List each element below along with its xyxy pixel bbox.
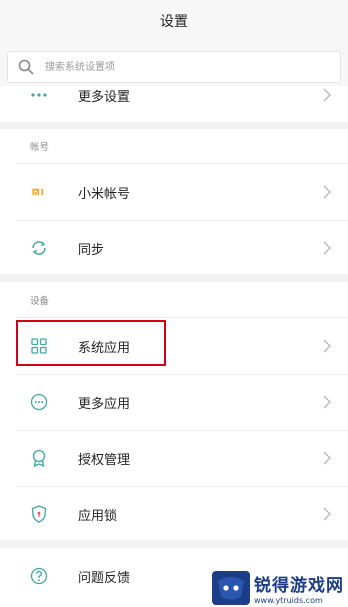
row-permission-management[interactable]: 授权管理 xyxy=(0,431,348,485)
question-icon xyxy=(30,567,48,585)
watermark-name: 锐得游戏网 xyxy=(254,576,344,596)
watermark-logo-icon xyxy=(212,571,250,605)
page-title: 设置 xyxy=(160,14,188,30)
section-title-account: 帐号 xyxy=(30,142,50,153)
mi-logo-icon xyxy=(28,181,50,203)
chevron-right-icon xyxy=(323,395,331,409)
row-more-settings[interactable]: 更多设置 xyxy=(0,86,348,122)
shield-lock-icon xyxy=(31,505,47,523)
row-more-apps[interactable]: 更多应用 xyxy=(0,375,348,429)
chevron-right-icon xyxy=(323,241,331,255)
watermark: 锐得游戏网 www.ytruids.com xyxy=(212,571,344,605)
divider xyxy=(16,163,348,164)
row-label: 问题反馈 xyxy=(78,570,131,586)
search-box[interactable] xyxy=(7,51,341,83)
more-apps-icon xyxy=(30,393,48,411)
top-partial-card: 更多设置 xyxy=(0,86,348,122)
row-app-lock[interactable]: 应用锁 xyxy=(0,487,348,541)
chevron-right-icon xyxy=(323,88,331,102)
row-label: 同步 xyxy=(78,242,105,258)
more-dots-icon xyxy=(31,93,47,97)
row-label: 更多应用 xyxy=(78,396,131,412)
watermark-url: www.ytruids.com xyxy=(254,596,323,605)
chevron-right-icon xyxy=(323,451,331,465)
highlight-box xyxy=(16,320,166,366)
divider xyxy=(16,317,348,318)
search-icon xyxy=(18,59,34,75)
row-label: 小米帐号 xyxy=(78,186,131,202)
chevron-right-icon xyxy=(323,339,331,353)
sync-icon xyxy=(32,241,46,255)
badge-icon xyxy=(32,449,46,468)
chevron-right-icon xyxy=(323,507,331,521)
row-label: 应用锁 xyxy=(78,508,118,524)
section-title-device: 设备 xyxy=(30,296,50,307)
row-mi-account[interactable]: 小米帐号 xyxy=(0,165,348,219)
search-input[interactable] xyxy=(43,60,307,74)
row-label: 授权管理 xyxy=(78,452,131,468)
account-card: 帐号 小米帐号 同步 xyxy=(0,129,348,274)
title-bar: 设置 xyxy=(0,0,348,43)
row-sync[interactable]: 同步 xyxy=(0,221,348,275)
chevron-right-icon xyxy=(323,185,331,199)
row-label: 更多设置 xyxy=(78,89,131,105)
